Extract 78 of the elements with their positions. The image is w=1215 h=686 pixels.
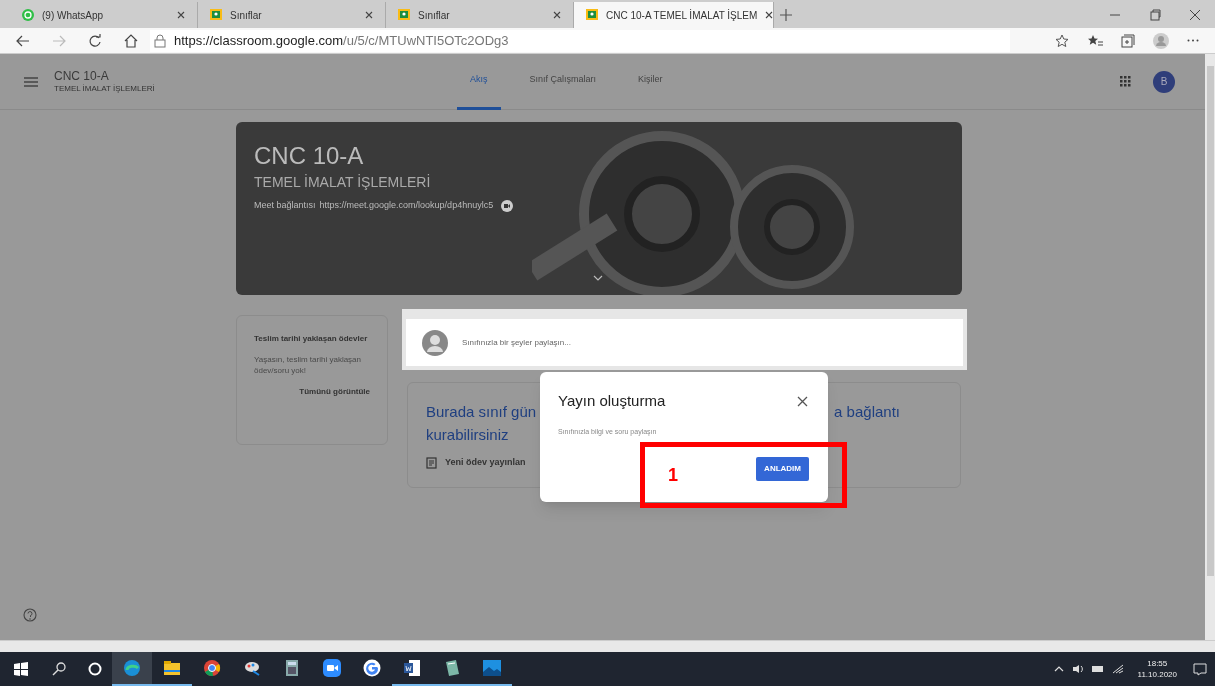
dialog-title: Yayın oluşturma [558, 391, 666, 411]
calculator-icon [283, 659, 301, 677]
close-icon[interactable] [797, 395, 808, 407]
wifi-icon[interactable] [1111, 664, 1124, 674]
welcome-text: Burada sınıf gün [426, 402, 537, 422]
classroom-logo-icon [398, 9, 410, 21]
star-icon[interactable] [1055, 33, 1069, 48]
collections-icon[interactable] [1121, 33, 1135, 48]
globe-icon [203, 659, 221, 677]
battery-icon[interactable] [1091, 665, 1104, 673]
chevron-up-icon[interactable] [1053, 666, 1064, 672]
more-menu-icon[interactable] [1187, 39, 1199, 42]
tab-title: CNC 10-A TEMEL İMALAT İŞLEM [606, 8, 758, 23]
windows-logo-icon[interactable] [14, 662, 28, 676]
nav-tab[interactable]: Kişiler [625, 53, 676, 110]
account-avatar[interactable]: B [1153, 70, 1175, 93]
upcoming-title: Teslim tarihi yaklaşan ödevler [254, 333, 369, 345]
profile-icon[interactable] [1153, 32, 1169, 49]
tab-title: Sınıflar [418, 8, 451, 23]
clock-date: 11.10.2020 [1137, 669, 1177, 680]
close-tab-icon[interactable] [177, 11, 185, 19]
horizontal-scrollbar[interactable] [0, 640, 1215, 652]
vertical-scrollbar[interactable] [1205, 54, 1215, 640]
nav-tab[interactable]: Akış [457, 53, 501, 110]
close-tab-icon[interactable] [365, 11, 373, 19]
video-camera-icon [323, 659, 341, 677]
classroom-logo-icon [210, 9, 222, 21]
landscape-icon [483, 659, 501, 677]
class-name: CNC 10-A [54, 69, 110, 83]
browser-tab[interactable]: CNC 10-A TEMEL İMALAT İŞLEM [574, 2, 774, 28]
class-subject: TEMEL İMALAT İŞLEMLERİ [54, 83, 156, 94]
video-chat-icon[interactable] [501, 199, 514, 212]
welcome-text: kurabilirsiniz [426, 424, 509, 445]
home-icon[interactable] [124, 33, 138, 48]
share-input[interactable]: Sınıfınızla bir şeyler paylaşın... [462, 336, 947, 349]
refresh-icon[interactable] [88, 33, 102, 48]
search-icon[interactable] [52, 662, 66, 676]
chat-bubble-icon [22, 9, 34, 21]
circle-icon[interactable] [88, 662, 102, 676]
tab-title: Sınıflar [230, 8, 263, 23]
clock-time: 18:55 [1147, 658, 1168, 669]
apps-grid-icon[interactable] [1120, 76, 1131, 87]
banner-subtitle: TEMEL İMALAT İŞLEMLERİ [254, 173, 432, 192]
welcome-text: a bağlantı [834, 402, 901, 422]
letter-g-icon [363, 659, 381, 677]
got-it-button[interactable]: ANLADIM [756, 457, 809, 481]
help-icon[interactable] [23, 608, 37, 622]
avatar-silhouette-icon [422, 329, 448, 356]
url-text: https://classroom.google.com/u/5/c/MTUwNTI5OTc2ODg3 [174, 31, 509, 50]
expand-caret-icon[interactable] [593, 275, 603, 281]
close-tab-icon[interactable] [765, 11, 774, 19]
classroom-logo-icon [586, 9, 598, 21]
annotation-number: 1 [668, 463, 678, 487]
palette-icon [243, 659, 261, 677]
upcoming-message: Yaşasın, teslim tarihi yaklaşan ödev/soru yok! [254, 354, 362, 376]
close-tab-icon[interactable] [553, 11, 561, 19]
meet-label: Meet bağlantısı [254, 199, 316, 212]
favorites-icon[interactable] [1087, 33, 1103, 48]
notification-icon[interactable] [1193, 662, 1207, 676]
back-arrow-icon[interactable] [16, 34, 30, 47]
meet-link[interactable]: https://meet.google.com/lookup/dp4hnuylc5 [319, 199, 494, 213]
clipboard-icon [426, 456, 437, 470]
folder-icon [163, 659, 181, 677]
lock-icon [154, 33, 166, 48]
speaker-icon[interactable] [1071, 664, 1084, 674]
notebook-icon [443, 659, 461, 677]
nav-tab[interactable]: Sınıf Çalışmaları [516, 53, 610, 110]
new-assignment-link[interactable]: Yeni ödev yayınlan [445, 456, 526, 470]
close-icon[interactable] [1189, 9, 1201, 21]
restore-icon[interactable] [1149, 9, 1161, 21]
address-field[interactable]: https://classroom.google.com/u/5/c/MTUwNTI5OTc2ODg3 [150, 29, 1010, 52]
menu-icon[interactable] [24, 76, 38, 87]
tab-title: (9) WhatsApp [42, 8, 105, 23]
view-all-link[interactable]: Tümünü görüntüle [299, 386, 370, 398]
banner-title: CNC 10-A [254, 142, 365, 170]
document-icon [403, 659, 421, 677]
share-box[interactable]: Sınıfınızla bir şeyler paylaşın... [402, 309, 967, 370]
browser-icon [123, 659, 141, 677]
